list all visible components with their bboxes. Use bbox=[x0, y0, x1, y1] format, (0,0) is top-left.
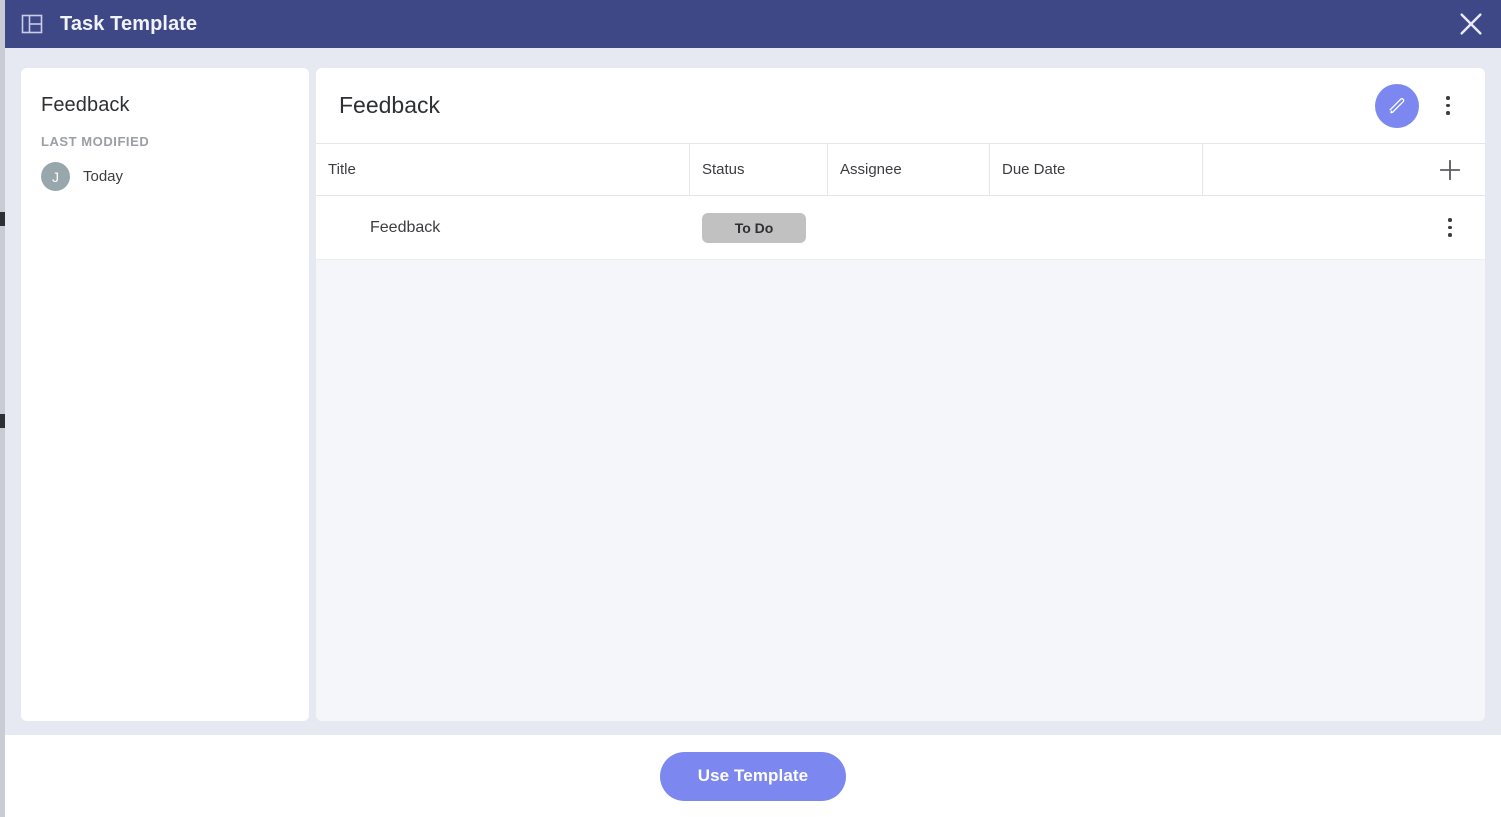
kebab-dot bbox=[1448, 218, 1452, 222]
modal-titlebar: Task Template bbox=[5, 0, 1501, 48]
kebab-dot bbox=[1446, 103, 1450, 108]
avatar: J bbox=[41, 162, 70, 191]
pencil-icon bbox=[1389, 97, 1405, 113]
modal-footer: Use Template bbox=[5, 735, 1501, 817]
kebab-dot bbox=[1448, 225, 1452, 230]
column-header-status[interactable]: Status bbox=[690, 144, 828, 195]
template-info-sidebar: Feedback LAST MODIFIED J Today bbox=[21, 68, 309, 721]
kebab-dot bbox=[1446, 111, 1450, 115]
table-header-row: Title Status Assignee Due Date bbox=[316, 143, 1485, 196]
task-template-modal: Task Template Feedback LAST MODIFIED J T… bbox=[5, 0, 1501, 817]
edit-template-button[interactable] bbox=[1375, 83, 1419, 128]
row-more-menu-button[interactable] bbox=[1437, 210, 1463, 246]
last-modified-value: Today bbox=[83, 168, 124, 185]
last-modified-label: LAST MODIFIED bbox=[41, 134, 150, 149]
sidebar-template-name: Feedback bbox=[41, 94, 130, 116]
status-badge[interactable]: To Do bbox=[702, 212, 806, 243]
column-header-assignee[interactable]: Assignee bbox=[828, 144, 990, 195]
template-preview-card: Feedback Title Status Assignee Due Date … bbox=[316, 68, 1485, 721]
close-icon[interactable] bbox=[1457, 10, 1485, 38]
template-more-menu-button[interactable] bbox=[1435, 88, 1461, 124]
cell-status: To Do bbox=[690, 212, 828, 243]
table-empty-area bbox=[316, 260, 1485, 721]
kebab-dot bbox=[1446, 96, 1450, 100]
kebab-dot bbox=[1448, 233, 1452, 237]
modal-body: Feedback LAST MODIFIED J Today Feedback bbox=[5, 48, 1501, 735]
task-table: Title Status Assignee Due Date Feedback bbox=[316, 143, 1485, 721]
last-modified-row: J Today bbox=[41, 162, 289, 191]
plus-icon[interactable] bbox=[1437, 157, 1463, 183]
layout-template-icon bbox=[21, 14, 43, 34]
template-preview-header: Feedback bbox=[316, 68, 1485, 143]
column-header-due-date[interactable]: Due Date bbox=[990, 144, 1203, 195]
column-header-title[interactable]: Title bbox=[316, 144, 690, 195]
cell-title: Feedback bbox=[370, 218, 441, 236]
table-row[interactable]: Feedback To Do bbox=[316, 196, 1485, 260]
modal-title: Task Template bbox=[60, 12, 198, 35]
column-header-add bbox=[1203, 144, 1485, 195]
use-template-button[interactable]: Use Template bbox=[659, 751, 847, 801]
cell-actions bbox=[1203, 210, 1485, 246]
page-title: Feedback bbox=[339, 92, 441, 118]
